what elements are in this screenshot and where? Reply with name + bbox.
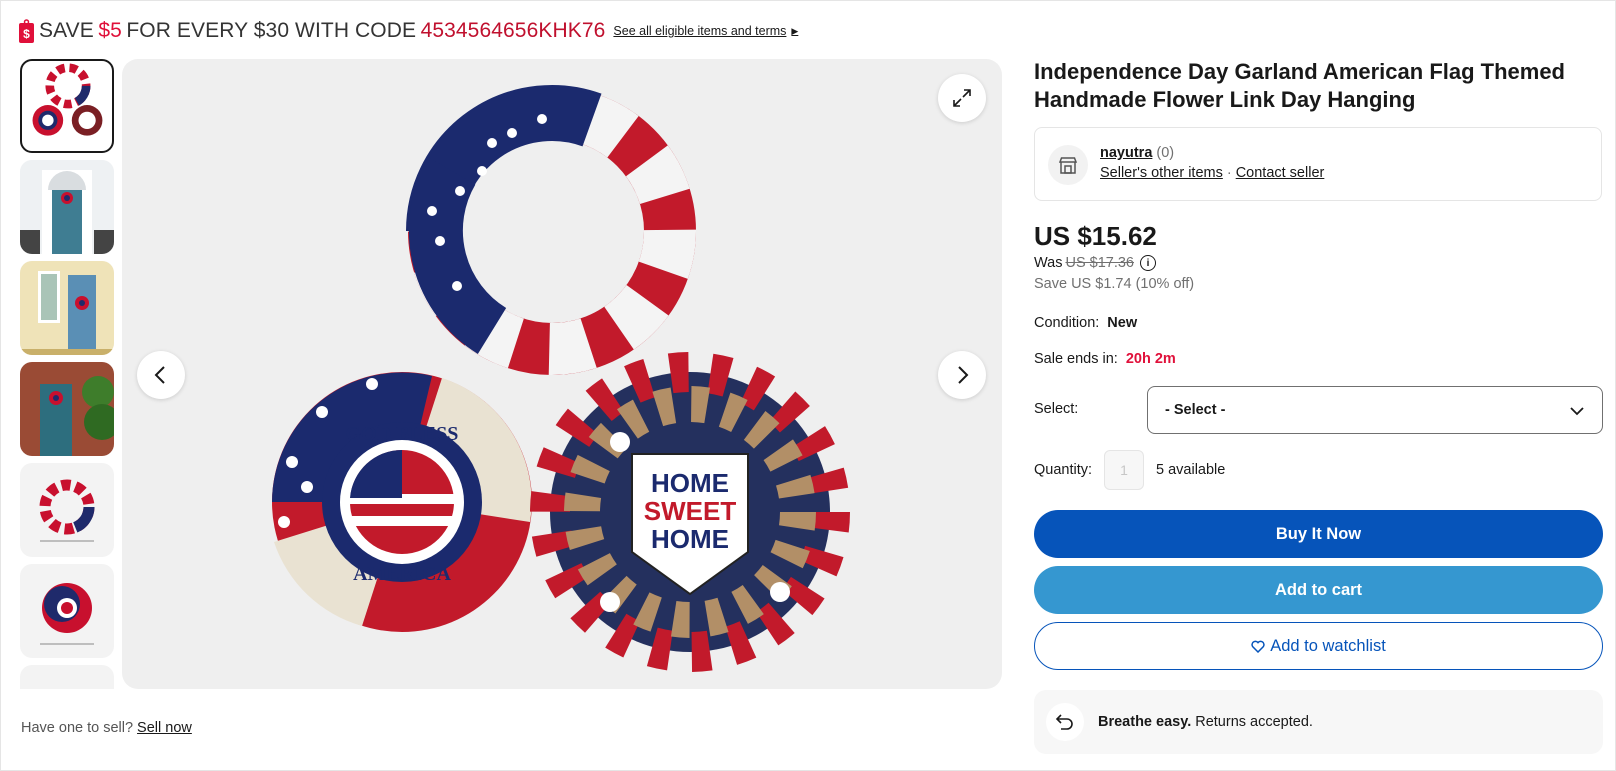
store-icon (1048, 145, 1088, 185)
svg-text:AMERICA: AMERICA (353, 563, 451, 585)
triangle-right-icon: ▶ (791, 25, 799, 36)
svg-text:HOME: HOME (651, 468, 729, 498)
promo-code: 4534564656KHK76 (420, 19, 606, 42)
promo-amount: $5 (98, 19, 122, 42)
return-arrow-icon (1046, 703, 1084, 741)
thumbnail-6[interactable] (20, 564, 114, 658)
thumbnail-2[interactable] (20, 160, 114, 254)
svg-text:HOME: HOME (651, 524, 729, 554)
returns-text: Breathe easy. Returns accepted. (1098, 714, 1313, 730)
seller-name-line: nayutra (0) (1100, 145, 1174, 161)
seller-links: Seller's other items · Contact seller (1100, 165, 1324, 181)
previous-image-button[interactable] (137, 351, 185, 399)
buy-it-now-button[interactable]: Buy It Now (1034, 510, 1603, 558)
sale-ends-label: Sale ends in: (1034, 351, 1118, 367)
info-icon[interactable]: i (1140, 255, 1156, 271)
thumbnail-strip[interactable] (19, 59, 115, 689)
seller-links-separator: · (1226, 165, 1232, 181)
variation-select-value: - Select - (1165, 402, 1226, 418)
add-to-watchlist-button[interactable]: Add to watchlist (1034, 622, 1603, 670)
price-tag-icon: $ (19, 19, 34, 43)
promo-save-word: SAVE (39, 19, 94, 42)
sale-ends-value: 20h 2m (1125, 351, 1176, 367)
contact-seller-link[interactable]: Contact seller (1236, 165, 1325, 181)
seller-feedback-count: (0) (1156, 145, 1175, 161)
returns-detail-text: Returns accepted. (1195, 714, 1313, 730)
add-to-watchlist-label: Add to watchlist (1270, 636, 1386, 655)
was-price-line: Was US $17.36 i (1034, 255, 1156, 271)
thumbnail-3[interactable] (20, 261, 114, 355)
heart-icon (1251, 640, 1265, 653)
thumbnail-1[interactable] (20, 59, 114, 153)
select-label: Select: (1034, 401, 1079, 417)
returns-bold-text: Breathe easy. (1098, 714, 1192, 730)
add-to-cart-button[interactable]: Add to cart (1034, 566, 1603, 614)
thumbnail-5[interactable] (20, 463, 114, 557)
svg-text:$: $ (23, 27, 30, 41)
expand-image-button[interactable] (938, 74, 986, 122)
thumbnail-4[interactable] (20, 362, 114, 456)
was-price: US $17.36 (1065, 255, 1134, 271)
available-count: 5 available (1156, 462, 1226, 478)
next-image-button[interactable] (938, 351, 986, 399)
chevron-left-icon (154, 366, 165, 384)
quantity-label: Quantity: (1034, 462, 1093, 478)
promo-terms-link[interactable]: See all eligible items and terms ▶ (613, 24, 798, 38)
was-label: Was (1034, 255, 1063, 271)
svg-text:GOD BLESS: GOD BLESS (346, 423, 459, 445)
promo-terms-label: See all eligible items and terms (613, 24, 787, 38)
savings-text: Save US $1.74 (10% off) (1034, 276, 1195, 292)
chevron-down-icon (1570, 407, 1584, 416)
current-price: US $15.62 (1034, 221, 1157, 251)
sale-ends-row: Sale ends in: 20h 2m (1034, 351, 1176, 367)
svg-text:SWEET: SWEET (644, 496, 737, 526)
sell-prompt-text: Have one to sell? (21, 720, 134, 736)
condition-label: Condition: (1034, 315, 1100, 331)
expand-icon (953, 89, 971, 107)
variation-select[interactable]: - Select - (1147, 386, 1603, 434)
product-title: Independence Day Garland American Flag T… (1034, 59, 1565, 112)
condition-value: New (1107, 315, 1138, 331)
promo-banner: $ SAVE $5 FOR EVERY $30 WITH CODE 453456… (18, 16, 798, 46)
sell-prompt: Have one to sell? Sell now (21, 720, 192, 736)
sell-now-link[interactable]: Sell now (137, 720, 192, 736)
seller-card: nayutra (0) Seller's other items · Contact … (1034, 127, 1602, 201)
seller-name-link[interactable]: nayutra (1100, 145, 1152, 161)
chevron-right-icon (958, 366, 969, 384)
condition-row: Condition: New (1034, 315, 1137, 331)
main-product-image[interactable]: GOD BLESS AMERICA HOME SWEET HOME (122, 59, 1002, 689)
promo-middle-text: FOR EVERY $30 WITH CODE (126, 19, 417, 42)
returns-banner: Breathe easy. Returns accepted. (1034, 690, 1603, 754)
thumbnail-7[interactable] (20, 665, 114, 689)
seller-other-items-link[interactable]: Seller's other items (1100, 165, 1223, 181)
wreath-image: GOD BLESS AMERICA HOME SWEET HOME (272, 85, 850, 672)
quantity-input[interactable]: 1 (1104, 450, 1144, 490)
